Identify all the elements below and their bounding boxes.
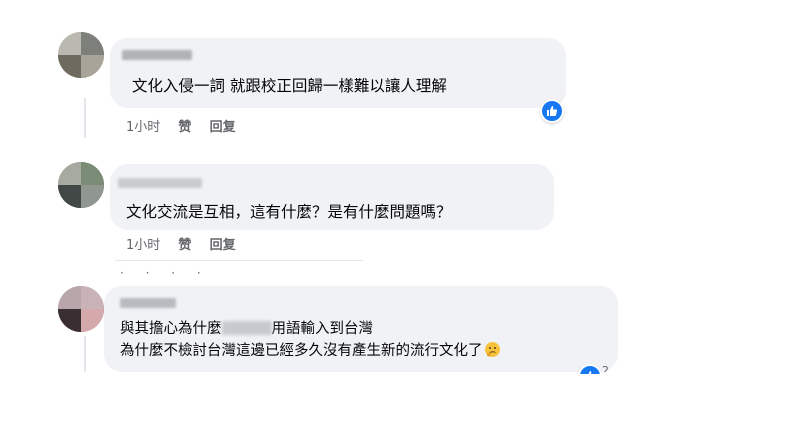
- comment-timestamp[interactable]: 1小时: [126, 238, 160, 253]
- comment-text: 文化入侵一詞 就跟校正回歸一樣難以讓人理解: [132, 77, 447, 95]
- thumbs-up-icon: [547, 106, 558, 116]
- thinking-face-icon: [484, 342, 500, 357]
- like-button[interactable]: 赞: [178, 238, 191, 253]
- collapsed-replies-fragment: · · · ·: [120, 266, 210, 280]
- comment-text-line-1: 與其擔心為什麼 用語輸入到台灣: [120, 319, 373, 339]
- comment-text-part: 用語輸入到台灣: [271, 321, 374, 337]
- author-name-blurred[interactable]: [118, 178, 202, 188]
- author-name-blurred[interactable]: [122, 50, 192, 60]
- comment-text-line-2: 為什麼不檢討台灣這邊已經多久沒有產生新的流行文化了: [120, 341, 500, 361]
- reply-button[interactable]: 回复: [210, 238, 236, 253]
- reply-button[interactable]: 回复: [210, 120, 236, 135]
- avatar[interactable]: [58, 162, 104, 208]
- comment-actions: 1小时 赞 回复: [126, 116, 250, 135]
- comment-actions: 1小时 赞 回复: [126, 234, 250, 253]
- comment-timestamp[interactable]: 1小时: [126, 120, 160, 135]
- censored-word: [221, 321, 272, 335]
- like-button[interactable]: 赞: [178, 120, 191, 135]
- avatar[interactable]: [58, 286, 104, 332]
- author-name-blurred[interactable]: [120, 298, 176, 308]
- thread-line: [84, 336, 86, 372]
- reaction-count[interactable]: 2: [602, 364, 609, 372]
- comment-text-part: 為什麼不檢討台灣這邊已經多久沒有產生新的流行文化了: [120, 343, 483, 359]
- divider: [115, 260, 363, 261]
- comment-text-part: 與其擔心為什麼: [120, 321, 222, 337]
- comment-text: 文化交流是互相，這有什麼？是有什麼問題嗎？: [126, 203, 452, 221]
- like-reaction-badge[interactable]: [540, 99, 564, 123]
- avatar[interactable]: [58, 32, 104, 78]
- content-cutoff: [0, 374, 794, 434]
- comment-bubble: 與其擔心為什麼 用語輸入到台灣 為什麼不檢討台灣這邊已經多久沒有產生新的流行文化了: [104, 286, 618, 372]
- comment-bubble: 文化交流是互相，這有什麼？是有什麼問題嗎？: [110, 164, 554, 230]
- thread-line: [84, 98, 86, 138]
- comment-bubble: 文化入侵一詞 就跟校正回歸一樣難以讓人理解: [110, 38, 566, 108]
